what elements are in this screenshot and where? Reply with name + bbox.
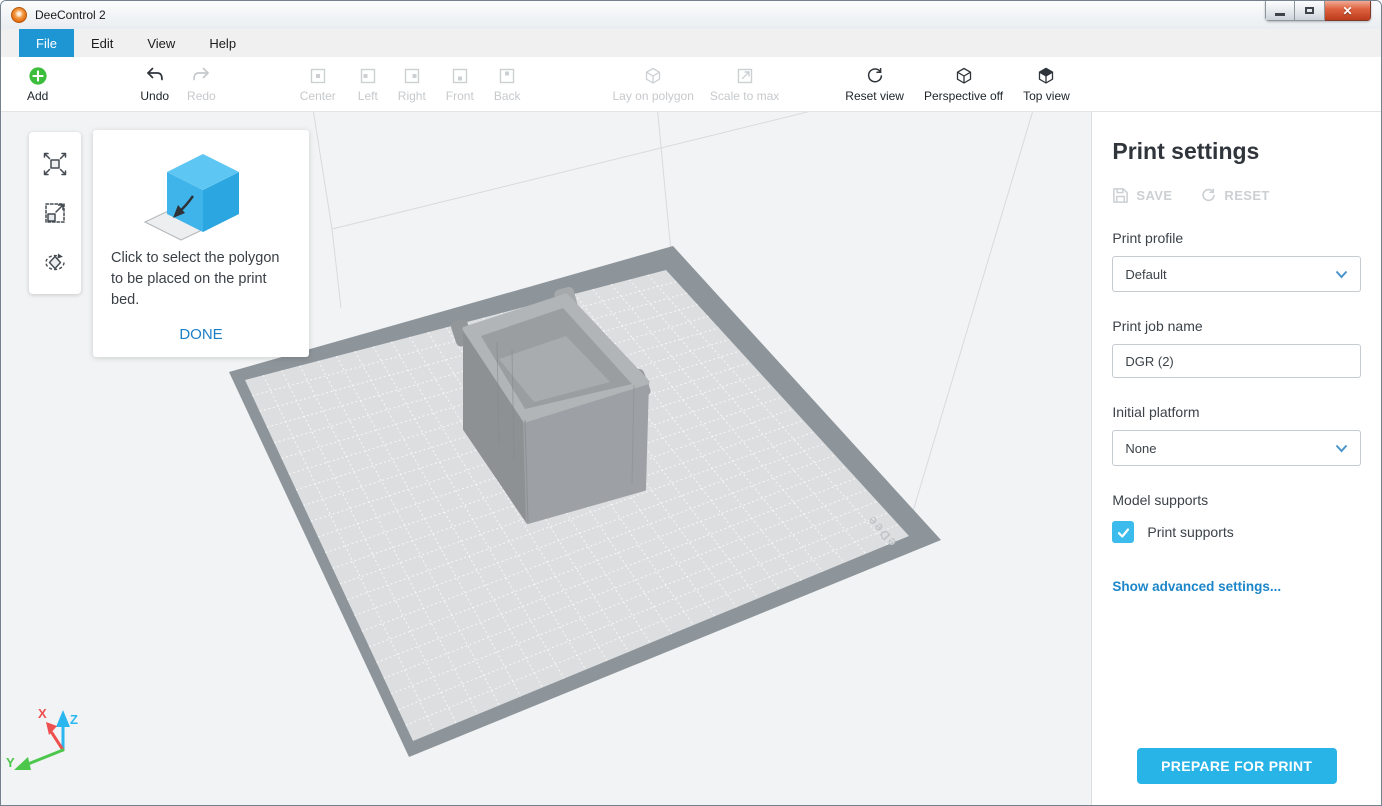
y-axis-label: Y — [6, 755, 15, 770]
top-view-icon — [1036, 66, 1056, 86]
window-title: DeeControl 2 — [35, 8, 106, 22]
toolbar-lay-on-polygon-button[interactable]: Lay on polygon — [613, 66, 694, 103]
rotate-tool-button[interactable] — [37, 244, 73, 280]
toolbar-undo-button[interactable]: Undo — [140, 66, 169, 103]
scale-to-max-icon — [735, 66, 755, 86]
align-back-icon — [497, 66, 517, 86]
hint-message: Click to select the polygon to be placed… — [111, 248, 291, 311]
print-job-name-input[interactable] — [1112, 344, 1361, 378]
app-window: DeeControl 2 ✕ File Edit View Help Add U… — [0, 0, 1382, 806]
app-logo-icon — [11, 7, 27, 23]
print-supports-checkbox[interactable] — [1112, 521, 1134, 543]
print-profile-label: Print profile — [1112, 230, 1361, 246]
print-supports-label: Print supports — [1147, 524, 1233, 540]
print-profile-select[interactable]: Default — [1112, 256, 1361, 292]
print-supports-row: Print supports — [1112, 521, 1361, 543]
move-tool-button[interactable] — [37, 146, 73, 182]
panel-actions: SAVE RESET — [1112, 187, 1361, 204]
reset-view-icon — [865, 66, 885, 86]
transform-tools-card — [29, 132, 81, 294]
reset-button[interactable]: RESET — [1200, 187, 1269, 204]
reset-icon — [1200, 187, 1217, 204]
close-button[interactable]: ✕ — [1325, 1, 1371, 21]
content-area: eDee — [1, 112, 1381, 806]
menu-edit[interactable]: Edit — [74, 29, 130, 57]
toolbar-reset-view-button[interactable]: Reset view — [845, 66, 904, 103]
window-controls: ✕ — [1265, 1, 1371, 21]
title-bar: DeeControl 2 ✕ — [1, 1, 1381, 29]
y-axis — [28, 750, 63, 764]
3d-viewport[interactable]: eDee — [1, 112, 1091, 806]
chevron-down-icon — [1335, 444, 1348, 453]
initial-platform-select[interactable]: None — [1112, 430, 1361, 466]
z-axis-label: Z — [70, 712, 78, 727]
x-axis — [52, 733, 63, 750]
move-icon — [41, 150, 69, 178]
toolbar-left-button[interactable]: Left — [358, 66, 378, 103]
show-advanced-settings-link[interactable]: Show advanced settings... — [1112, 579, 1281, 594]
axis-gizmo: Z X Y — [6, 706, 78, 770]
maximize-button[interactable] — [1295, 1, 1325, 21]
toolbar-scale-to-max-button[interactable]: Scale to max — [710, 66, 779, 103]
y-axis-arrow — [14, 757, 31, 770]
redo-icon — [191, 66, 211, 86]
toolbar-center-button[interactable]: Center — [300, 66, 336, 103]
toolbar-front-button[interactable]: Front — [446, 66, 474, 103]
initial-platform-value: None — [1125, 441, 1156, 456]
minimize-button[interactable] — [1265, 1, 1295, 21]
check-icon — [1116, 525, 1131, 540]
close-icon: ✕ — [1342, 5, 1352, 17]
menu-view[interactable]: View — [130, 29, 192, 57]
rotate-icon — [41, 248, 69, 276]
print-job-name-label: Print job name — [1112, 318, 1361, 334]
perspective-icon — [954, 66, 974, 86]
toolbar-perspective-button[interactable]: Perspective off — [924, 66, 1003, 103]
align-left-icon — [358, 66, 378, 86]
toolbar-add-button[interactable]: Add — [27, 66, 48, 103]
prepare-for-print-button[interactable]: PREPARE FOR PRINT — [1137, 748, 1337, 784]
save-icon — [1112, 187, 1129, 204]
chevron-down-icon — [1335, 270, 1348, 279]
model-supports-label: Model supports — [1112, 492, 1361, 508]
menu-help[interactable]: Help — [192, 29, 253, 57]
panel-title: Print settings — [1112, 138, 1361, 165]
align-center-icon — [308, 66, 328, 86]
hint-done-button[interactable]: DONE — [111, 326, 291, 343]
add-icon — [28, 66, 48, 86]
save-button[interactable]: SAVE — [1112, 187, 1172, 204]
toolbar-back-button[interactable]: Back — [494, 66, 521, 103]
print-profile-value: Default — [1125, 267, 1166, 282]
scale-tool-button[interactable] — [37, 195, 73, 231]
menu-file[interactable]: File — [19, 29, 74, 57]
print-settings-panel: Print settings SAVE RESET Print profile — [1091, 112, 1381, 806]
align-right-icon — [402, 66, 422, 86]
place-on-bed-illustration — [131, 142, 271, 246]
maximize-icon — [1305, 7, 1314, 14]
hint-popup: Click to select the polygon to be placed… — [93, 130, 309, 357]
toolbar-right-button[interactable]: Right — [398, 66, 426, 103]
x-axis-label: X — [38, 706, 47, 721]
z-axis-arrow — [56, 710, 70, 727]
toolbar-redo-button[interactable]: Redo — [187, 66, 216, 103]
toolbar-top-view-button[interactable]: Top view — [1023, 66, 1070, 103]
minimize-icon — [1275, 13, 1285, 16]
scale-icon — [41, 199, 69, 227]
align-front-icon — [450, 66, 470, 86]
main-toolbar: Add Undo Redo Center Left Right Front — [1, 57, 1381, 112]
undo-icon — [145, 66, 165, 86]
initial-platform-label: Initial platform — [1112, 404, 1361, 420]
lay-on-polygon-icon — [643, 66, 663, 86]
menu-bar: File Edit View Help — [1, 29, 1381, 57]
